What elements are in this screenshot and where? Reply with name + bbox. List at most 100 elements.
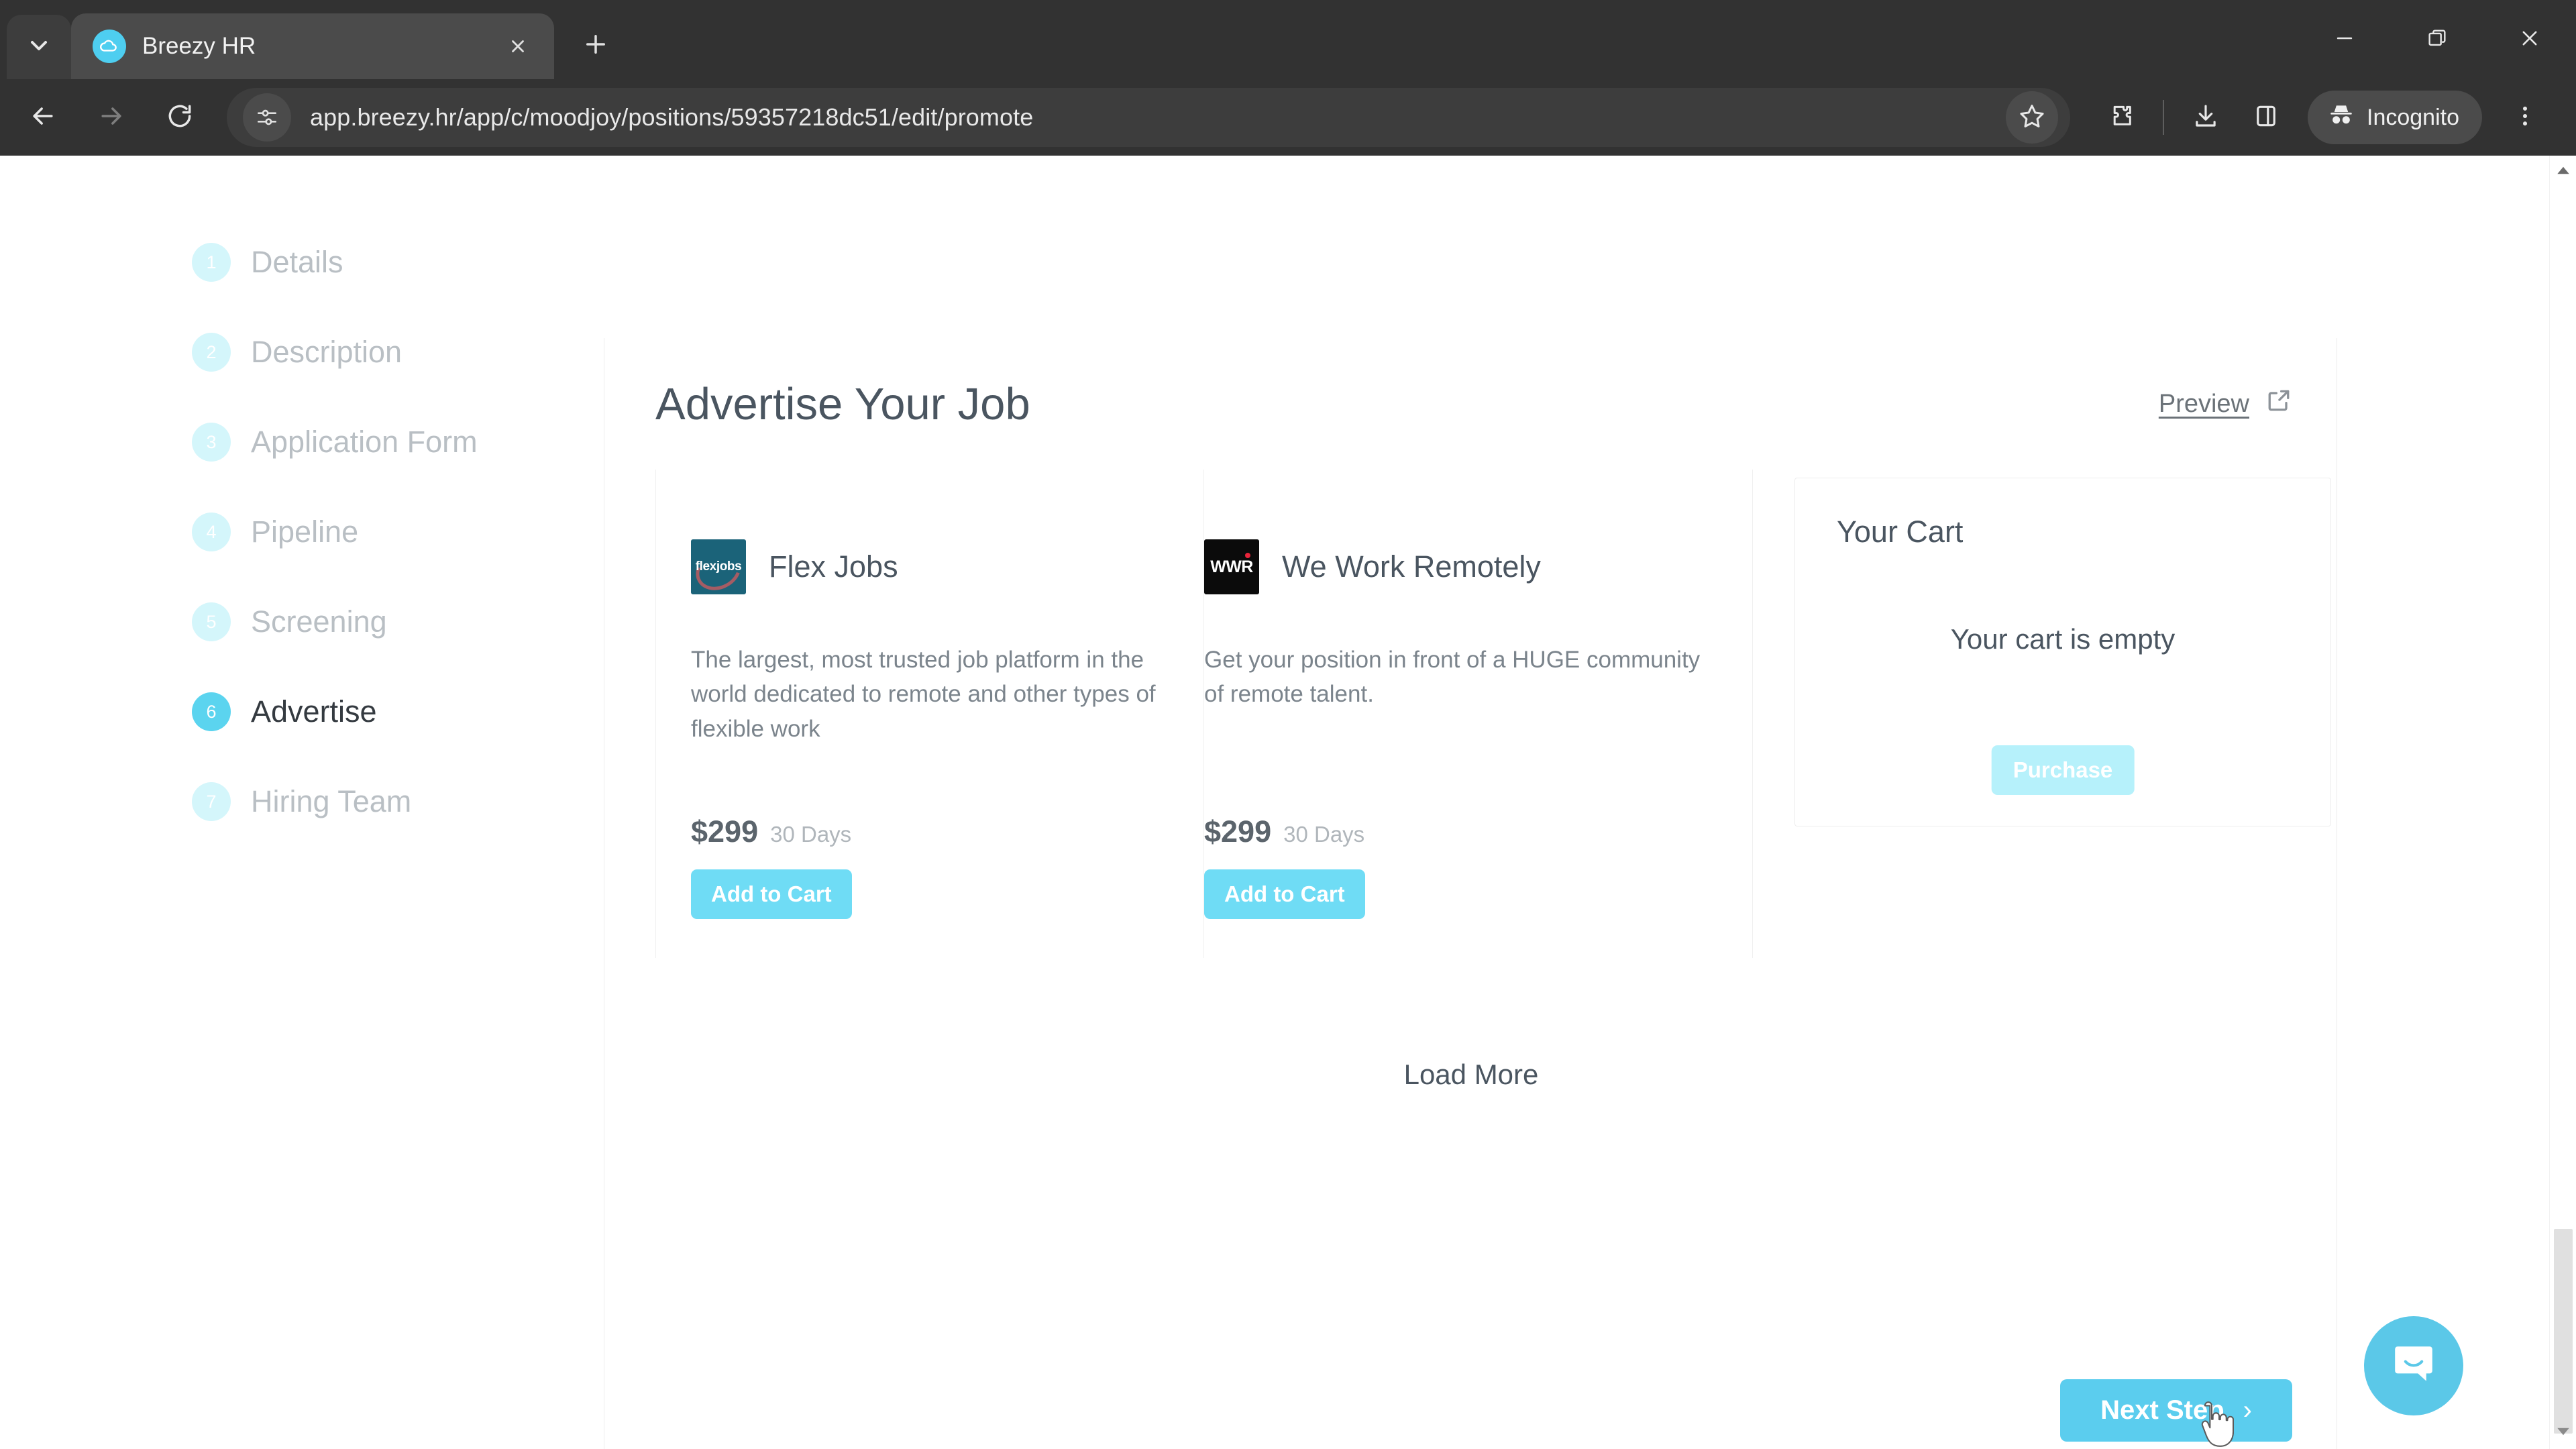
scroll-down-button[interactable] [2550, 1419, 2576, 1446]
step-label: Screening [251, 604, 387, 639]
panel-header: Advertise Your Job Preview [604, 338, 2337, 470]
job-board-name: We Work Remotely [1282, 549, 1541, 584]
purchase-button[interactable]: Purchase [1991, 745, 2135, 795]
sidebar-item-pipeline[interactable]: 4 Pipeline [192, 487, 568, 577]
cart-column: Your Cart Your cart is empty Purchase [1753, 470, 2331, 958]
next-step-button[interactable]: Next Step › [2060, 1379, 2292, 1442]
incognito-hat-icon [2326, 100, 2356, 136]
load-more-wrap: Load More [655, 1059, 2287, 1091]
step-number: 5 [192, 602, 231, 641]
add-to-cart-button[interactable]: Add to Cart [691, 869, 852, 919]
job-board-name: Flex Jobs [769, 549, 898, 584]
sidebar-item-hiring-team[interactable]: 7 Hiring Team [192, 757, 568, 847]
browser-tab[interactable]: Breezy HR [71, 13, 554, 79]
restore-window-icon [2426, 27, 2449, 53]
step-number: 7 [192, 782, 231, 821]
close-icon[interactable] [499, 28, 537, 65]
job-board-description: Get your position in front of a HUGE com… [1204, 647, 1701, 708]
incognito-label: Incognito [2367, 104, 2459, 130]
forward-button[interactable] [79, 85, 144, 150]
side-panel-icon [2252, 102, 2280, 133]
job-board-description: The largest, most trusted job platform i… [691, 647, 1156, 742]
step-label: Application Form [251, 425, 478, 459]
price-row: $299 30 Days [691, 814, 1169, 849]
tab-title: Breezy HR [142, 33, 256, 59]
price-term: 30 Days [770, 822, 852, 847]
step-number: 3 [192, 423, 231, 462]
wizard-steps: 1 Details 2 Description 3 Application Fo… [192, 217, 568, 847]
omnibox-actions [2006, 88, 2058, 147]
we-work-remotely-logo-icon: WWR [1204, 539, 1259, 594]
minimize-window-button[interactable] [2298, 0, 2391, 79]
job-board-column: WWR We Work Remotely Get your position i… [1204, 470, 1753, 958]
back-button[interactable] [11, 85, 75, 150]
chevron-right-icon: › [2243, 1395, 2252, 1425]
load-more-button[interactable]: Load More [1404, 1059, 1539, 1091]
sidebar-item-application-form[interactable]: 3 Application Form [192, 397, 568, 487]
url-text: app.breezy.hr/app/c/moodjoy/positions/59… [310, 103, 1034, 131]
breezy-app: 1 Details 2 Description 3 Application Fo… [0, 156, 2549, 1449]
flexjobs-logo-icon: flexjobs [691, 539, 746, 594]
download-icon [2192, 102, 2220, 133]
close-window-icon [2518, 27, 2541, 53]
browser-window: Breezy HR app.breezy.hr/app/c/moodjoy/po… [0, 0, 2576, 1449]
job-boards-list: flexjobs Flex Jobs The largest, most tru… [604, 470, 2337, 1449]
toolbar-divider [2163, 100, 2164, 135]
intercom-chat-button[interactable] [2364, 1316, 2463, 1415]
step-label: Hiring Team [251, 784, 412, 818]
scrollbar-thumb[interactable] [2554, 1229, 2573, 1434]
minimize-icon [2333, 27, 2356, 53]
add-to-cart-button[interactable]: Add to Cart [1204, 869, 1365, 919]
tab-search-button[interactable] [7, 15, 71, 79]
intercom-chat-bubble-icon [2387, 1338, 2440, 1394]
address-bar[interactable]: app.breezy.hr/app/c/moodjoy/positions/59… [227, 88, 2070, 147]
step-number: 4 [192, 513, 231, 551]
extensions-button[interactable] [2093, 89, 2149, 146]
sidebar-item-description[interactable]: 2 Description [192, 307, 568, 397]
side-panel-button[interactable] [2238, 89, 2294, 146]
page-scrollbar[interactable] [2549, 156, 2576, 1449]
job-board-card-flex-jobs: flexjobs Flex Jobs The largest, most tru… [691, 470, 1169, 958]
browser-toolbar: app.breezy.hr/app/c/moodjoy/positions/59… [0, 79, 2576, 156]
new-tab-button[interactable] [569, 19, 623, 72]
maximize-window-button[interactable] [2391, 0, 2483, 79]
cart-title: Your Cart [1837, 515, 1964, 549]
incognito-indicator[interactable]: Incognito [2308, 91, 2482, 144]
content-panel: Advertise Your Job Preview flexjobs Flex… [604, 338, 2337, 1449]
price-amount: $299 [1204, 814, 1272, 849]
reload-button[interactable] [148, 85, 212, 150]
cart-panel: Your Cart Your cart is empty Purchase [1794, 478, 2331, 826]
plus-icon [582, 30, 610, 62]
star-icon [2018, 102, 2046, 133]
step-number: 1 [192, 243, 231, 282]
browser-menu-button[interactable] [2497, 89, 2553, 146]
card-header: flexjobs Flex Jobs [691, 539, 1169, 594]
cart-empty-message: Your cart is empty [1950, 623, 2176, 655]
preview-link[interactable]: Preview [2159, 386, 2294, 422]
scroll-up-button[interactable] [2550, 158, 2576, 185]
job-board-grid: flexjobs Flex Jobs The largest, most tru… [655, 470, 2331, 958]
sidebar-item-details[interactable]: 1 Details [192, 217, 568, 307]
window-controls [2298, 0, 2576, 79]
bookmark-button[interactable] [2006, 91, 2058, 144]
step-label: Pipeline [251, 515, 359, 549]
scroll-up-arrow-icon [2556, 166, 2571, 178]
sidebar-item-advertise[interactable]: 6 Advertise [192, 667, 568, 757]
wwr-logo-text: WWR [1210, 557, 1253, 576]
page-title: Advertise Your Job [655, 378, 1030, 429]
step-number: 2 [192, 333, 231, 372]
card-header: WWR We Work Remotely [1204, 539, 1717, 594]
downloads-button[interactable] [2178, 89, 2234, 146]
wwr-logo-dot [1245, 553, 1250, 558]
scroll-down-arrow-icon [2556, 1427, 2571, 1440]
site-settings-icon[interactable] [243, 93, 291, 142]
step-label: Description [251, 335, 402, 369]
sidebar-item-screening[interactable]: 5 Screening [192, 577, 568, 667]
price-term: 30 Days [1283, 822, 1365, 847]
step-number: 6 [192, 692, 231, 731]
reload-icon [165, 101, 195, 134]
close-window-button[interactable] [2483, 0, 2576, 79]
preview-label: Preview [2158, 389, 2249, 418]
job-boards-inner: flexjobs Flex Jobs The largest, most tru… [604, 470, 2337, 1091]
job-board-card-we-work-remotely: WWR We Work Remotely Get your position i… [1204, 470, 1717, 958]
